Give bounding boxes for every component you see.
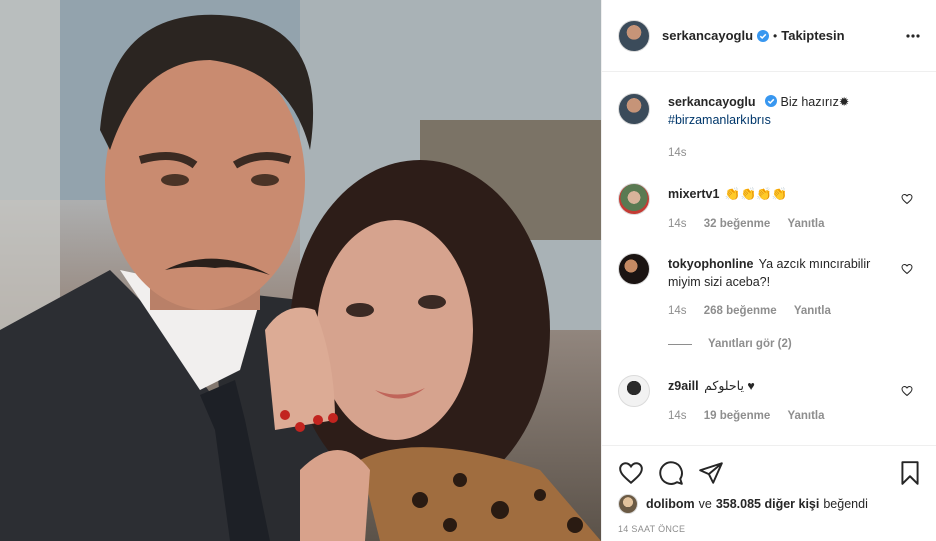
view-replies-label[interactable]: Yanıtları gör (2) xyxy=(708,338,792,350)
comment-username[interactable]: z9aill xyxy=(668,379,699,393)
comment-text: z9aill ياحلوكم ♥ xyxy=(668,377,888,395)
comment-row: mixertv1 👏👏👏👏 14s 32 beğenme Yanıtla xyxy=(618,183,921,233)
likes-count[interactable]: 358.085 diğer kişi xyxy=(716,497,820,511)
comment-username[interactable]: mixertv1 xyxy=(668,187,719,201)
commenter-avatar[interactable] xyxy=(618,375,650,407)
commenter-avatar[interactable] xyxy=(618,253,650,285)
verified-badge-icon xyxy=(757,29,770,42)
caption-avatar[interactable] xyxy=(618,93,650,125)
comment-username[interactable]: tokyophonline xyxy=(668,257,753,271)
bookmark-icon[interactable] xyxy=(897,460,923,486)
comments-list[interactable]: serkancayoglu Biz hazırız✹ #birzamanlark… xyxy=(602,73,936,445)
caption-username[interactable]: serkancayoglu xyxy=(668,95,756,109)
comment-heart-icon[interactable] xyxy=(901,385,913,397)
post-photo[interactable] xyxy=(0,0,601,541)
comment-row: tokyophonline Ya azcık mıncırabilir miyi… xyxy=(618,253,921,363)
caption-meta: 14s xyxy=(668,147,701,159)
reply-button[interactable]: Yanıtla xyxy=(787,410,824,422)
reply-button[interactable]: Yanıtla xyxy=(794,305,831,317)
paper-plane-icon[interactable] xyxy=(698,460,724,486)
follow-status-button[interactable]: Takiptesin xyxy=(781,28,844,43)
verified-badge-icon xyxy=(765,95,778,107)
post-actions: dolibom ve 358.085 diğer kişi beğendi 14… xyxy=(602,445,936,541)
comment-time[interactable]: 14s xyxy=(668,218,687,230)
comment-text: mixertv1 👏👏👏👏 xyxy=(668,185,888,203)
comment-heart-icon[interactable] xyxy=(901,263,913,275)
comment-time[interactable]: 14s xyxy=(668,305,687,317)
comment-text: tokyophonline Ya azcık mıncırabilir miyi… xyxy=(668,255,888,291)
comment-meta: 14s 19 beğenme Yanıtla xyxy=(668,410,839,422)
comment-row: z9aill ياحلوكم ♥ 14s 19 beğenme Yanıtla xyxy=(618,375,921,425)
commenter-avatar[interactable] xyxy=(618,183,650,215)
caption-text: serkancayoglu Biz hazırız✹ #birzamanlark… xyxy=(668,93,888,129)
comment-likes[interactable]: 268 beğenme xyxy=(704,305,777,317)
action-icons xyxy=(618,460,738,486)
comment-likes[interactable]: 19 beğenme xyxy=(704,410,770,422)
more-options-icon[interactable] xyxy=(905,28,921,44)
heart-outline-icon[interactable] xyxy=(618,460,644,486)
author-username[interactable]: serkancayoglu xyxy=(662,28,753,43)
comment-meta: 14s 32 beğenme Yanıtla xyxy=(668,218,839,230)
likes-connector: ve xyxy=(698,497,712,511)
caption-body: Biz hazırız✹ xyxy=(780,95,850,109)
comment-heart-icon[interactable] xyxy=(901,193,913,205)
replies-divider-line xyxy=(668,343,692,345)
selfie-image xyxy=(0,0,601,541)
caption-row: serkancayoglu Biz hazırız✹ #birzamanlark… xyxy=(618,93,921,163)
liker-avatar[interactable] xyxy=(618,494,638,514)
instagram-post: serkancayoglu • Takiptesin serkancayoglu xyxy=(0,0,936,541)
caption-time[interactable]: 14s xyxy=(668,147,687,159)
separator-dot: • xyxy=(773,28,778,43)
caption-hashtag[interactable]: #birzamanlarkıbrıs xyxy=(668,113,771,127)
profile-avatar[interactable] xyxy=(618,19,650,52)
reply-button[interactable]: Yanıtla xyxy=(787,218,824,230)
comment-time[interactable]: 14s xyxy=(668,410,687,422)
comment-body: 👏👏👏👏 xyxy=(724,187,788,201)
first-liker[interactable]: dolibom xyxy=(646,497,695,511)
likes-suffix: beğendi xyxy=(823,497,868,511)
comment-meta: 14s 268 beğenme Yanıtla xyxy=(668,305,845,317)
comment-body: ياحلوكم ♥ xyxy=(704,379,755,393)
comment-bubble-icon[interactable] xyxy=(658,460,684,486)
comment-likes[interactable]: 32 beğenme xyxy=(704,218,770,230)
post-header: serkancayoglu • Takiptesin xyxy=(602,0,936,72)
post-timestamp[interactable]: 14 SAAT ÖNCE xyxy=(618,524,685,534)
post-side-panel: serkancayoglu • Takiptesin serkancayoglu xyxy=(601,0,936,541)
likes-summary: dolibom ve 358.085 diğer kişi beğendi xyxy=(618,494,868,514)
view-replies-button[interactable]: Yanıtları gör (2) xyxy=(668,338,792,350)
